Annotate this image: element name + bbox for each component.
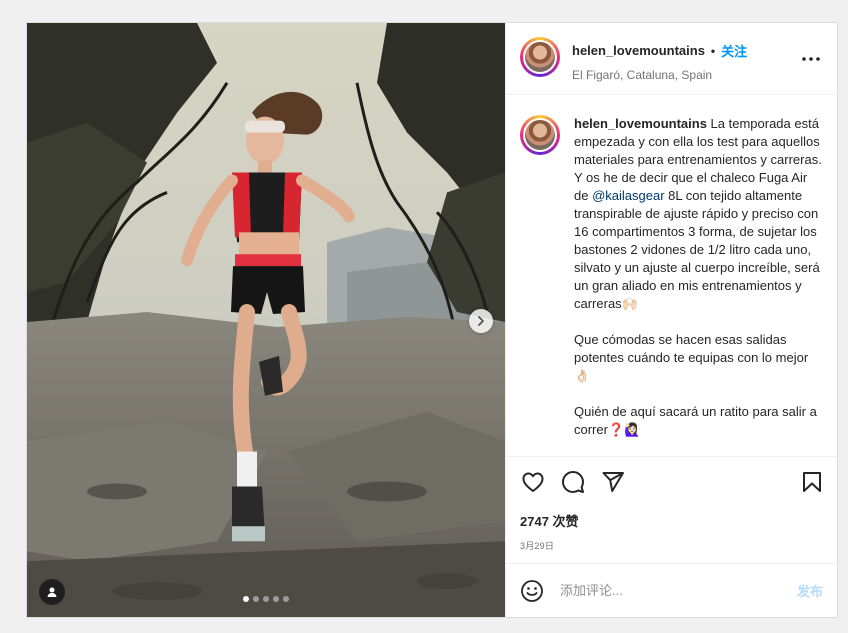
comment-button[interactable] [560, 469, 586, 495]
post-date[interactable]: 3月29日 [506, 529, 837, 552]
post-modal: helen_lovemountains • 关注 El Figaró, Cata… [26, 22, 838, 618]
caption-avatar[interactable] [520, 115, 560, 155]
share-icon [602, 472, 624, 492]
action-bar [506, 457, 837, 507]
more-options-button[interactable] [799, 47, 823, 71]
carousel-dot [263, 596, 269, 602]
like-button[interactable] [520, 469, 546, 495]
post-media[interactable] [27, 23, 505, 617]
carousel-dot-active [243, 596, 249, 602]
avatar-image [525, 120, 555, 150]
heart-icon [522, 472, 544, 492]
comment-input[interactable] [558, 582, 797, 599]
emoji-icon [521, 579, 543, 602]
separator-dot: • [710, 43, 716, 58]
post-header: helen_lovemountains • 关注 El Figaró, Cata… [506, 23, 837, 95]
chevron-right-icon [478, 316, 484, 326]
more-icon [802, 57, 820, 61]
carousel-dot [273, 596, 279, 602]
caption-text: 8L con tejido altamente transpirable de … [574, 188, 820, 311]
mention-link[interactable]: @kailasgear [592, 188, 664, 203]
carousel-dot [253, 596, 259, 602]
caption-username[interactable]: helen_lovemountains [574, 116, 707, 131]
comment-icon [562, 471, 584, 493]
follow-button[interactable]: 关注 [721, 41, 747, 60]
bookmark-icon [803, 472, 821, 492]
author-avatar[interactable] [520, 37, 560, 77]
post-details-panel: helen_lovemountains • 关注 El Figaró, Cata… [505, 23, 837, 617]
post-comment-button[interactable]: 发布 [797, 581, 823, 600]
save-button[interactable] [799, 469, 825, 495]
carousel-dot [283, 596, 289, 602]
caption-paragraph: Que cómodas se hacen esas salidas potent… [574, 332, 809, 383]
share-button[interactable] [600, 469, 626, 495]
post-photo [27, 23, 505, 617]
next-image-button[interactable] [469, 309, 493, 333]
likes-count[interactable]: 2747 次赞 [506, 507, 837, 529]
caption-paragraph: Quién de aquí sacará un ratito para sali… [574, 404, 817, 437]
caption-area: helen_lovemountains La temporada está em… [506, 95, 837, 457]
carousel-indicator [27, 596, 505, 602]
author-username[interactable]: helen_lovemountains [572, 43, 705, 58]
avatar-image [525, 42, 555, 72]
comment-composer: 发布 [506, 563, 837, 617]
post-location[interactable]: El Figaró, Cataluna, Spain [572, 68, 799, 82]
post-caption: helen_lovemountains La temporada está em… [574, 115, 823, 456]
emoji-button[interactable] [520, 579, 544, 603]
